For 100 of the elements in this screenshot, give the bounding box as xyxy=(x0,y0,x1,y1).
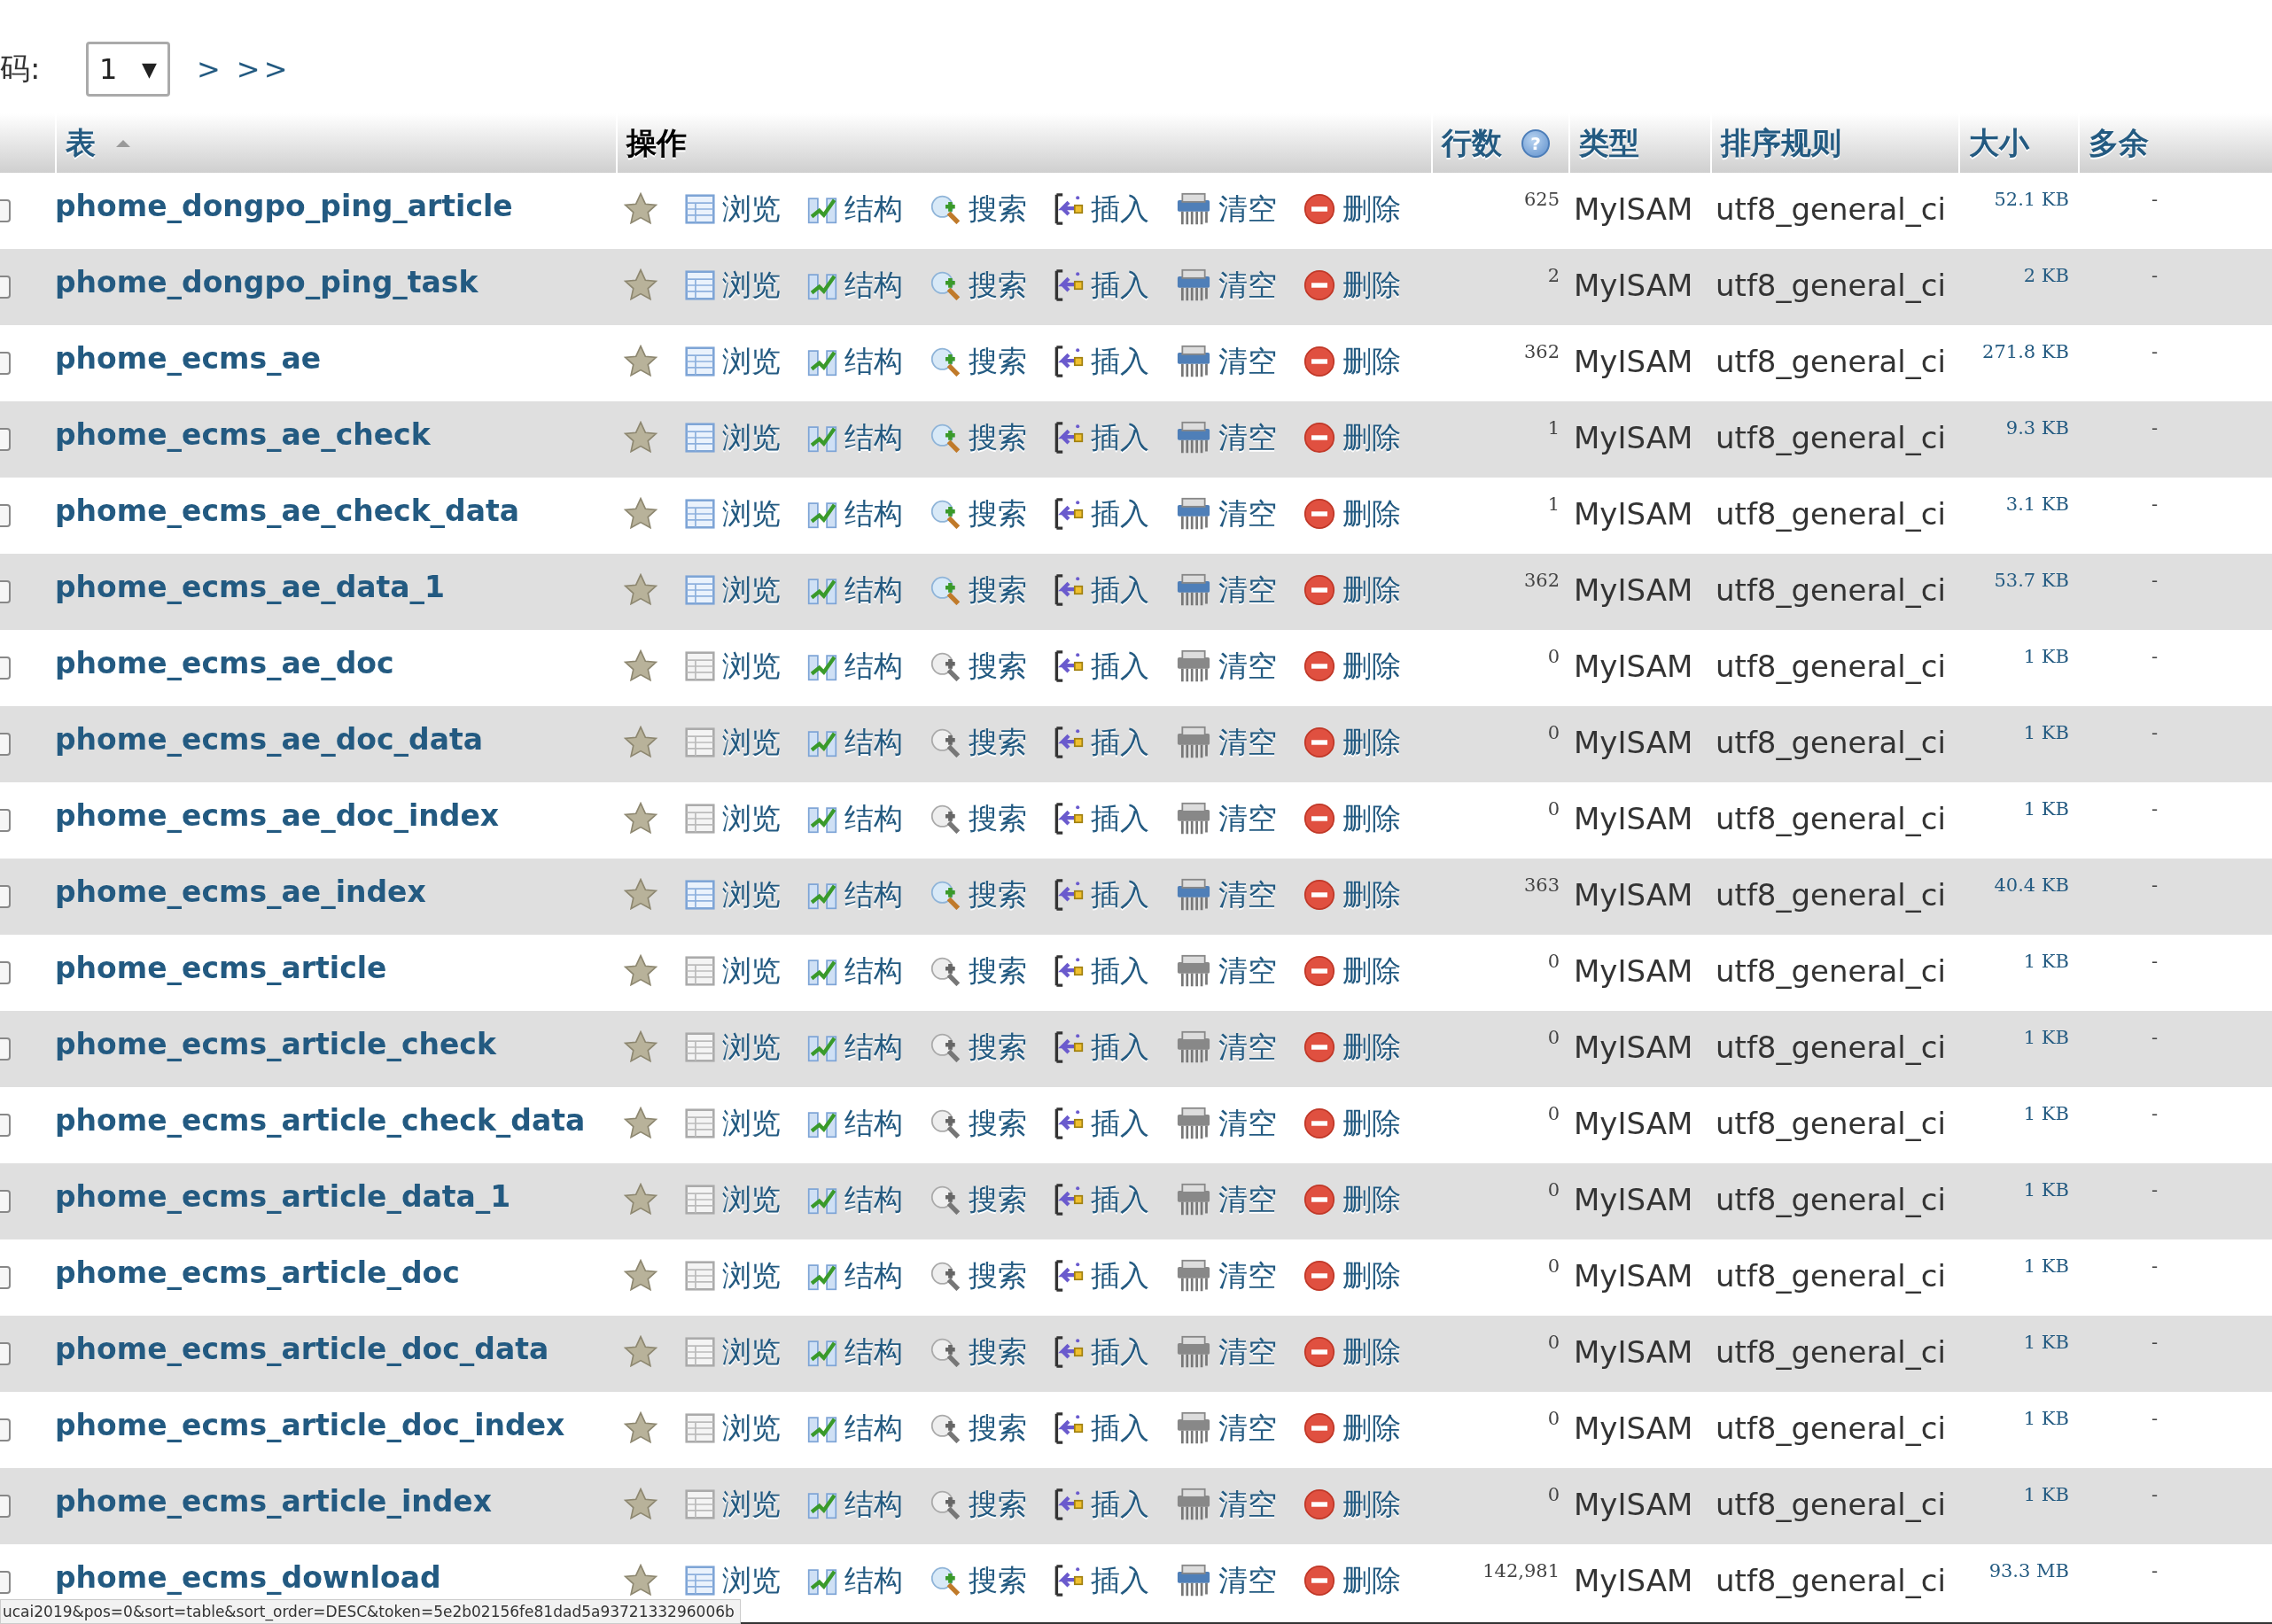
structure-link[interactable]: 结构 xyxy=(807,1332,903,1372)
search-link[interactable]: 搜索 xyxy=(930,1408,1027,1449)
drop-link[interactable]: 删除 xyxy=(1303,722,1401,763)
page-select[interactable]: 1 ▼ xyxy=(86,42,170,97)
empty-link[interactable]: 清空 xyxy=(1176,265,1277,306)
insert-link[interactable]: 插入 xyxy=(1054,1560,1149,1601)
search-link[interactable]: 搜索 xyxy=(930,1103,1027,1144)
structure-link[interactable]: 结构 xyxy=(807,1255,903,1296)
drop-link[interactable]: 删除 xyxy=(1303,1103,1401,1144)
table-name-link[interactable]: phome_ecms_article xyxy=(55,950,616,985)
table-name-link[interactable]: phome_dongpo_ping_article xyxy=(55,188,616,223)
insert-link[interactable]: 插入 xyxy=(1054,265,1149,306)
browse-link[interactable]: 浏览 xyxy=(685,646,781,687)
insert-link[interactable]: 插入 xyxy=(1054,646,1149,687)
empty-link[interactable]: 清空 xyxy=(1176,189,1277,229)
drop-link[interactable]: 删除 xyxy=(1303,265,1401,306)
structure-link[interactable]: 结构 xyxy=(807,874,903,915)
column-header[interactable]: 多余 xyxy=(2089,122,2149,164)
drop-link[interactable]: 删除 xyxy=(1303,189,1401,229)
browse-link[interactable]: 浏览 xyxy=(685,341,781,382)
search-link[interactable]: 搜索 xyxy=(930,1560,1027,1601)
structure-link[interactable]: 结构 xyxy=(807,1408,903,1449)
empty-link[interactable]: 清空 xyxy=(1176,1484,1277,1525)
structure-link[interactable]: 结构 xyxy=(807,341,903,382)
star-icon[interactable] xyxy=(623,1183,658,1216)
search-link[interactable]: 搜索 xyxy=(930,189,1027,229)
empty-link[interactable]: 清空 xyxy=(1176,1255,1277,1296)
table-name-link[interactable]: phome_ecms_article_index xyxy=(55,1483,616,1519)
browse-link[interactable]: 浏览 xyxy=(685,722,781,763)
search-link[interactable]: 搜索 xyxy=(930,722,1027,763)
insert-link[interactable]: 插入 xyxy=(1054,1332,1149,1372)
search-link[interactable]: 搜索 xyxy=(930,1332,1027,1372)
drop-link[interactable]: 删除 xyxy=(1303,798,1401,839)
structure-link[interactable]: 结构 xyxy=(807,1027,903,1068)
table-name-link[interactable]: phome_ecms_article_doc_index xyxy=(55,1407,616,1442)
empty-link[interactable]: 清空 xyxy=(1176,1332,1277,1372)
empty-link[interactable]: 清空 xyxy=(1176,646,1277,687)
drop-link[interactable]: 删除 xyxy=(1303,570,1401,610)
browse-link[interactable]: 浏览 xyxy=(685,874,781,915)
column-header[interactable]: 表 xyxy=(66,122,96,164)
empty-link[interactable]: 清空 xyxy=(1176,417,1277,458)
browse-link[interactable]: 浏览 xyxy=(685,1560,781,1601)
last-page-link[interactable]: >> xyxy=(236,52,292,86)
empty-link[interactable]: 清空 xyxy=(1176,341,1277,382)
insert-link[interactable]: 插入 xyxy=(1054,798,1149,839)
search-link[interactable]: 搜索 xyxy=(930,646,1027,687)
insert-link[interactable]: 插入 xyxy=(1054,570,1149,610)
drop-link[interactable]: 删除 xyxy=(1303,1179,1401,1220)
star-icon[interactable] xyxy=(623,954,658,988)
structure-link[interactable]: 结构 xyxy=(807,1560,903,1601)
drop-link[interactable]: 删除 xyxy=(1303,1408,1401,1449)
star-icon[interactable] xyxy=(623,1259,658,1293)
table-name-link[interactable]: phome_ecms_download xyxy=(55,1559,616,1595)
drop-link[interactable]: 删除 xyxy=(1303,1560,1401,1601)
structure-link[interactable]: 结构 xyxy=(807,1103,903,1144)
insert-link[interactable]: 插入 xyxy=(1054,1484,1149,1525)
table-name-link[interactable]: phome_ecms_ae_index xyxy=(55,874,616,909)
drop-link[interactable]: 删除 xyxy=(1303,1255,1401,1296)
column-header[interactable]: 类型 xyxy=(1579,122,1639,164)
table-name-link[interactable]: phome_ecms_article_doc xyxy=(55,1255,616,1290)
star-icon[interactable] xyxy=(623,1107,658,1140)
star-icon[interactable] xyxy=(623,497,658,531)
search-link[interactable]: 搜索 xyxy=(930,1255,1027,1296)
drop-link[interactable]: 删除 xyxy=(1303,417,1401,458)
browse-link[interactable]: 浏览 xyxy=(685,1332,781,1372)
insert-link[interactable]: 插入 xyxy=(1054,493,1149,534)
browse-link[interactable]: 浏览 xyxy=(685,493,781,534)
star-icon[interactable] xyxy=(623,802,658,835)
table-name-link[interactable]: phome_ecms_ae xyxy=(55,340,616,376)
table-name-link[interactable]: phome_ecms_ae_doc_index xyxy=(55,797,616,833)
structure-link[interactable]: 结构 xyxy=(807,951,903,991)
empty-link[interactable]: 清空 xyxy=(1176,1103,1277,1144)
empty-link[interactable]: 清空 xyxy=(1176,1027,1277,1068)
star-icon[interactable] xyxy=(623,878,658,912)
search-link[interactable]: 搜索 xyxy=(930,874,1027,915)
table-name-link[interactable]: phome_ecms_article_data_1 xyxy=(55,1178,616,1214)
star-icon[interactable] xyxy=(623,649,658,683)
browse-link[interactable]: 浏览 xyxy=(685,417,781,458)
drop-link[interactable]: 删除 xyxy=(1303,874,1401,915)
table-name-link[interactable]: phome_ecms_ae_doc_data xyxy=(55,721,616,757)
structure-link[interactable]: 结构 xyxy=(807,189,903,229)
empty-link[interactable]: 清空 xyxy=(1176,1560,1277,1601)
table-name-link[interactable]: phome_ecms_article_doc_data xyxy=(55,1331,616,1366)
drop-link[interactable]: 删除 xyxy=(1303,951,1401,991)
star-icon[interactable] xyxy=(623,345,658,378)
structure-link[interactable]: 结构 xyxy=(807,722,903,763)
insert-link[interactable]: 插入 xyxy=(1054,1179,1149,1220)
star-icon[interactable] xyxy=(623,1030,658,1064)
search-link[interactable]: 搜索 xyxy=(930,417,1027,458)
table-name-link[interactable]: phome_ecms_article_check xyxy=(55,1026,616,1061)
insert-link[interactable]: 插入 xyxy=(1054,951,1149,991)
browse-link[interactable]: 浏览 xyxy=(685,1103,781,1144)
star-icon[interactable] xyxy=(623,268,658,302)
empty-link[interactable]: 清空 xyxy=(1176,1408,1277,1449)
drop-link[interactable]: 删除 xyxy=(1303,1332,1401,1372)
star-icon[interactable] xyxy=(623,1488,658,1521)
empty-link[interactable]: 清空 xyxy=(1176,798,1277,839)
structure-link[interactable]: 结构 xyxy=(807,265,903,306)
insert-link[interactable]: 插入 xyxy=(1054,1408,1149,1449)
search-link[interactable]: 搜索 xyxy=(930,798,1027,839)
